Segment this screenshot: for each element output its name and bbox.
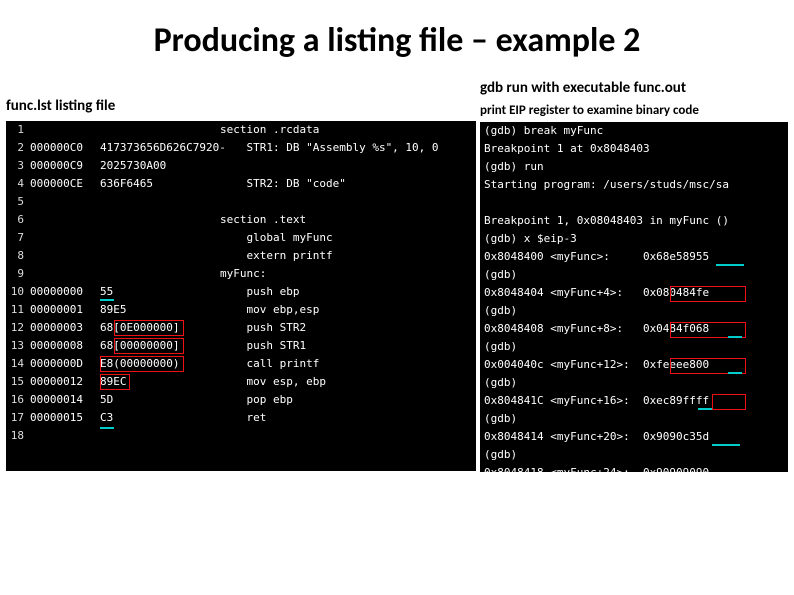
gdb-line: Breakpoint 1 at 0x8048403	[480, 140, 788, 158]
gdb-line: 0x8048404 <myFunc+4>: 0x080484fe	[480, 284, 788, 302]
lst-row: 7 global myFunc	[6, 229, 476, 247]
gdb-line: (gdb) break myFunc	[480, 122, 788, 140]
right-column: gdb run with executable func.out print E…	[480, 79, 788, 472]
page-title: Producing a listing file – example 2	[0, 0, 794, 79]
gdb-line: 0x8048414 <myFunc+20>: 0x9090c35d	[480, 428, 788, 446]
lst-row: 18	[6, 427, 476, 445]
gdb-terminal: (gdb) break myFunc Breakpoint 1 at 0x804…	[480, 122, 788, 472]
lst-row: 2000000C0417373656D626C7920- STR1: DB "A…	[6, 139, 476, 157]
lst-row: 150000001289EC mov esp, ebp	[6, 373, 476, 391]
gdb-line: (gdb) x $eip-3	[480, 230, 788, 248]
lst-row: 110000000189E5 mov ebp,esp	[6, 301, 476, 319]
two-column-layout: func.lst listing file 1section .rcdata 2…	[0, 79, 794, 472]
gdb-line: Starting program: /users/studs/msc/sa	[480, 176, 788, 194]
lst-row: 120000000368[0E000000] push STR2	[6, 319, 476, 337]
gdb-line: (gdb)	[480, 338, 788, 356]
gdb-line: Breakpoint 1, 0x08048403 in myFunc ()	[480, 212, 788, 230]
gdb-line: (gdb)	[480, 302, 788, 320]
right-heading-2: print EIP register to examine binary cod…	[480, 103, 788, 122]
listing-terminal: 1section .rcdata 2000000C0417373656D626C…	[6, 121, 476, 471]
gdb-line: 0x8048418 <myFunc+24>: 0x90909090	[480, 464, 788, 482]
lst-row: 6section .text	[6, 211, 476, 229]
lst-row: 4000000CE636F6465 STR2: DB "code"	[6, 175, 476, 193]
gdb-line: 0x8048408 <myFunc+8>: 0x0484f068	[480, 320, 788, 338]
left-column: func.lst listing file 1section .rcdata 2…	[6, 79, 476, 472]
lst-row: 16000000145D pop ebp	[6, 391, 476, 409]
gdb-line: (gdb)	[480, 266, 788, 284]
gdb-line: (gdb) run	[480, 158, 788, 176]
gdb-line: (gdb)	[480, 446, 788, 464]
gdb-line: (gdb)	[480, 374, 788, 392]
gdb-line: 0x004040c <myFunc+12>: 0xfeeee800	[480, 356, 788, 374]
gdb-line	[480, 194, 788, 212]
lst-row: 100000000055 push ebp	[6, 283, 476, 301]
lst-row: 5	[6, 193, 476, 211]
lst-row: 1section .rcdata	[6, 121, 476, 139]
lst-row: 8 extern printf	[6, 247, 476, 265]
gdb-line: 0x804841C <myFunc+16>: 0xec89ffff	[480, 392, 788, 410]
lst-row: 130000000868[00000000] push STR1	[6, 337, 476, 355]
lst-row: 3000000C92025730A00	[6, 157, 476, 175]
lst-row: 1700000015C3 ret	[6, 409, 476, 427]
left-heading: func.lst listing file	[6, 97, 476, 121]
gdb-line: (gdb)	[480, 410, 788, 428]
lst-row: 140000000DE8(00000000) call printf	[6, 355, 476, 373]
gdb-line: 0x8048400 <myFunc>: 0x68e58955	[480, 248, 788, 266]
lst-row: 9myFunc:	[6, 265, 476, 283]
right-heading-1: gdb run with executable func.out	[480, 79, 788, 103]
